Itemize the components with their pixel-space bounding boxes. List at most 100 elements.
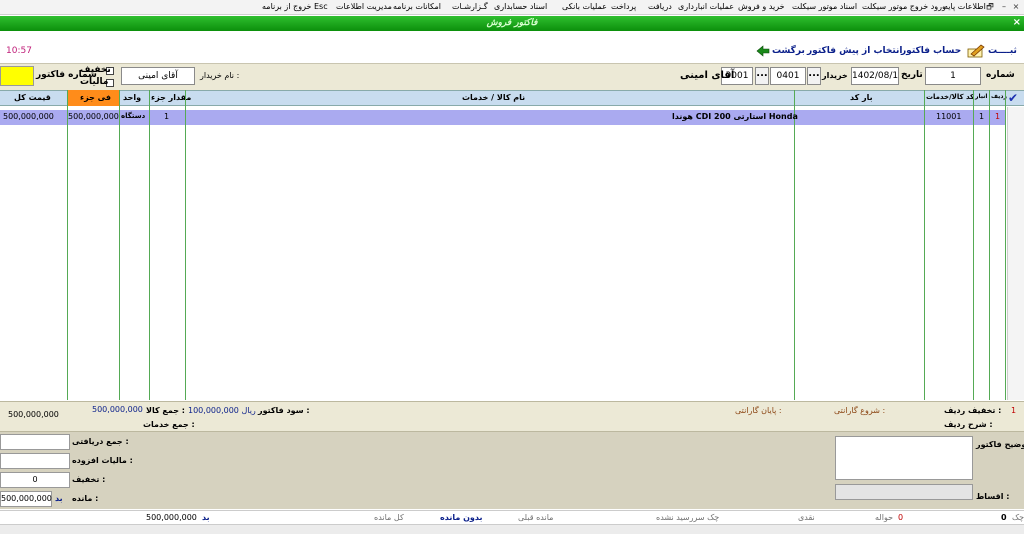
warranty-start-label: شروع گارانتی : <box>834 406 886 415</box>
cell-unit[interactable]: دستگاه <box>121 112 145 120</box>
cheque-value: 0 <box>1001 513 1007 522</box>
remaining-label: مانده : <box>72 494 99 503</box>
col-divider <box>924 90 925 400</box>
buyer-lookup-button-2[interactable]: ... <box>755 67 769 85</box>
cell-row[interactable]: 1 <box>995 112 1000 121</box>
services-sum-label: جمع خدمات : <box>143 420 195 429</box>
col-divider <box>1005 90 1006 400</box>
cell-goods-code[interactable]: 11001 <box>936 112 961 121</box>
transfer-value: 0 <box>898 513 904 522</box>
minimize-icon[interactable]: – <box>998 1 1010 13</box>
received-sum-label: جمع دریافتی : <box>72 437 129 446</box>
col-divider <box>794 90 795 400</box>
buyer-name-input[interactable]: آقای امینی <box>121 67 195 85</box>
menu-reports[interactable]: گـزارشـات <box>452 2 488 11</box>
clock: 10:57 <box>6 46 32 56</box>
installments-field[interactable] <box>835 484 973 500</box>
col-goods-name[interactable]: نام کالا / خدمات <box>462 93 525 102</box>
number-label: شماره <box>986 70 1015 80</box>
menu-payment[interactable]: پرداخت <box>611 2 636 11</box>
col-total[interactable]: قیمت کل <box>14 93 51 102</box>
back-button[interactable]: برگشت <box>772 46 805 56</box>
menu-accounting-docs[interactable]: اسناد حسابداری <box>494 2 547 11</box>
buyer-code-1[interactable]: 0401 <box>770 67 806 85</box>
grid-scrollbar[interactable] <box>1007 107 1024 400</box>
col-divider <box>149 90 150 400</box>
buyer-lookup-button-1[interactable]: ... <box>807 67 821 85</box>
menu-program-tools[interactable]: امکانات برنامه <box>393 2 441 11</box>
invoice-number-field[interactable] <box>0 66 34 86</box>
col-unit-price[interactable]: فی جزء <box>80 93 111 102</box>
invoice-profit-value: 100,000,000 ریال <box>188 406 256 415</box>
invoice-account-button[interactable]: حساب فاکتور <box>901 46 961 56</box>
total-balance-value: 500,000,000 <box>146 513 197 522</box>
col-divider <box>119 90 120 400</box>
installments-label: اقساط : <box>976 492 1010 501</box>
cash-label: نقدی <box>798 513 815 522</box>
invoice-profit-label: سود فاکتور : <box>258 406 310 415</box>
menu-data-management[interactable]: مدیریت اطلاعات <box>336 2 392 11</box>
remaining-field[interactable]: 500,000,000 <box>0 491 52 507</box>
invoice-note-label: توضیح فاکتور <box>976 440 1024 449</box>
col-unit[interactable]: واحد <box>123 93 141 102</box>
col-divider <box>67 90 68 400</box>
col-barcode[interactable]: بار کد <box>850 93 873 102</box>
menu-exit[interactable]: خروج از برنامه Esc <box>262 2 328 11</box>
table-row[interactable] <box>0 110 1006 125</box>
save-pencil-icon[interactable] <box>966 43 986 59</box>
save-button[interactable]: ثبــــت <box>988 46 1017 56</box>
buyer-name-display: آقای امینی <box>680 70 735 81</box>
number-input[interactable]: 1 <box>925 67 981 85</box>
cell-warehouse[interactable]: 1 <box>979 112 984 121</box>
col-check-icon[interactable]: ✔ <box>1008 91 1018 105</box>
cell-total[interactable]: 500,000,000 <box>3 112 54 121</box>
date-input[interactable]: 1402/08/10 <box>851 67 899 85</box>
form-title: فاکتور فروش <box>486 18 538 28</box>
menu-buy-sell[interactable]: خرید و فروش <box>738 2 785 11</box>
warranty-end-label: پایان گارانتی : <box>735 406 782 415</box>
discount-sum-label: تخفیف : <box>72 475 106 484</box>
footer-row-index: 1 <box>1011 406 1017 415</box>
cell-qty[interactable]: 1 <box>164 112 169 121</box>
col-divider <box>973 90 974 400</box>
cell-goods-name[interactable]: هوندا CDI 200 استارتی Honda <box>672 112 798 121</box>
back-arrow-icon[interactable] <box>756 45 770 57</box>
vat-label: مالیات افزوده : <box>72 456 133 465</box>
remaining-status: بد <box>55 494 63 503</box>
goods-sum-value: 500,000,000 <box>92 405 143 414</box>
form-title-bar: فاکتور فروش × <box>0 16 1024 31</box>
menu-bank-operations[interactable]: عملیات بانکی <box>562 2 607 11</box>
total-balance-status: بد <box>202 513 210 522</box>
close-form-icon[interactable]: × <box>1013 17 1021 28</box>
col-divider <box>185 90 186 400</box>
restore-icon[interactable]: 🗗 <box>984 1 996 13</box>
menu-receipt[interactable]: دریافت <box>648 2 672 11</box>
total-balance-label: کل مانده <box>374 513 404 522</box>
items-grid[interactable] <box>0 107 1024 400</box>
goods-sum-label: جمع کالا : <box>146 406 185 415</box>
transfer-label: حواله <box>875 513 894 522</box>
menu-motorcycle-docs[interactable]: اسناد موتور سیکلت <box>792 2 857 11</box>
received-sum-field[interactable] <box>0 434 70 450</box>
menu-base-info[interactable]: اطلاعات پایه <box>944 2 986 11</box>
select-from-proforma-button[interactable]: انتخاب از پیش فاکتور <box>807 46 903 56</box>
menu-bar: خروج از برنامه Esc مدیریت اطلاعات امکانا… <box>0 0 1024 15</box>
menu-warehouse-ops[interactable]: عملیات انبارداری <box>678 2 734 11</box>
date-label: تاریخ <box>901 70 923 80</box>
discount-field[interactable]: 0 <box>0 472 70 488</box>
unmatured-cheque-label: چک سررسید نشده <box>656 513 720 522</box>
col-warehouse[interactable]: انبار <box>975 93 987 100</box>
prev-balance-value: بدون مانده <box>440 513 483 522</box>
row-desc-label: شرح ردیف : <box>944 420 993 429</box>
invoice-note-input[interactable] <box>835 436 973 480</box>
prev-balance-label: مانده قبلی <box>518 513 554 522</box>
vat-field[interactable] <box>0 453 70 469</box>
row-discount-label: تخفیف ردیف : <box>944 406 1002 415</box>
close-window-icon[interactable]: × <box>1010 1 1022 13</box>
discount-label: تخفیف <box>80 65 111 75</box>
col-goods-code[interactable]: کد کالا/خدمات <box>926 93 974 101</box>
cheque-label: چک <box>1012 513 1024 522</box>
menu-motorcycle-inout[interactable]: ورود خروج موتور سیکلت <box>862 2 946 11</box>
cell-unit-price[interactable]: 500,000,000 <box>68 112 119 121</box>
horizontal-scrollbar[interactable] <box>0 524 1024 534</box>
